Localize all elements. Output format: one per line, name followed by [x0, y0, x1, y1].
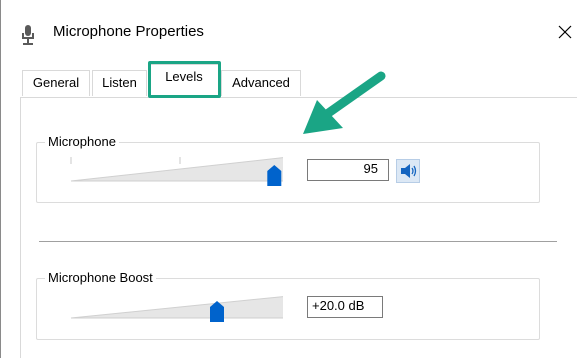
- microphone-boost-group-label: Microphone Boost: [45, 269, 156, 287]
- tab-general[interactable]: General: [22, 70, 90, 96]
- microphone-group-label: Microphone: [45, 133, 119, 151]
- title-bar: Microphone Properties: [1, 0, 577, 56]
- microphone-boost-value[interactable]: +20.0 dB: [307, 296, 383, 318]
- window-title: Microphone Properties: [53, 23, 204, 40]
- close-button[interactable]: [553, 20, 577, 44]
- mute-toggle-button[interactable]: [396, 159, 420, 183]
- speaker-icon: [401, 164, 417, 178]
- close-icon: [558, 25, 572, 39]
- tab-levels[interactable]: Levels: [149, 64, 219, 97]
- microphone-level-value[interactable]: 95: [307, 159, 389, 181]
- tab-listen[interactable]: Listen: [92, 70, 147, 96]
- microphone-properties-window: Microphone Properties General Listen Lev…: [0, 0, 577, 358]
- microphone-boost-slider[interactable]: [63, 288, 283, 328]
- microphone-icon: [22, 25, 34, 45]
- tab-advanced[interactable]: Advanced: [221, 70, 301, 96]
- tab-strip: General Listen Levels Advanced: [1, 64, 577, 98]
- microphone-level-slider[interactable]: [63, 150, 283, 190]
- section-separator: [39, 241, 557, 242]
